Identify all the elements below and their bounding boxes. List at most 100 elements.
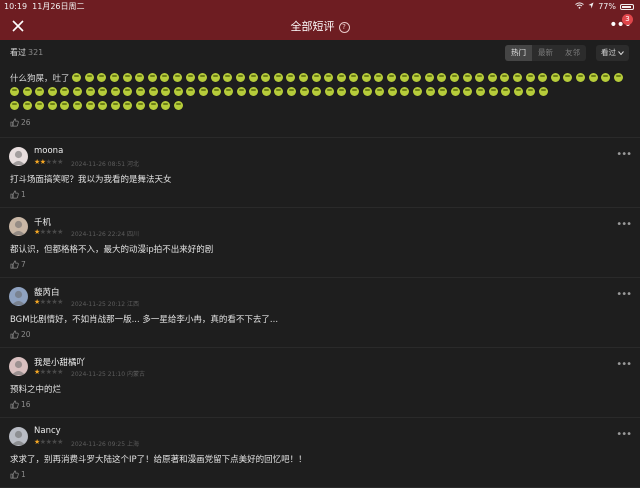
- nauseated-face-icon: [475, 73, 485, 82]
- emoji-group: [10, 101, 186, 113]
- like-button[interactable]: 20: [10, 330, 31, 339]
- tab-friends[interactable]: 友邻: [559, 45, 586, 61]
- thumbs-up-icon: [10, 400, 19, 409]
- nauseated-face-icon: [110, 101, 120, 110]
- review-item: 什么狗屎，吐了 26: [0, 66, 640, 138]
- review-meta: 2024-11-26 09:25 上海: [71, 441, 139, 448]
- nauseated-face-icon: [387, 73, 397, 82]
- nauseated-face-icon: [35, 101, 45, 110]
- nauseated-face-icon: [35, 87, 45, 96]
- avatar[interactable]: [9, 427, 28, 446]
- review-text: 都认识，但都格格不入，最大的动漫ip拍不出来好的剧: [10, 245, 214, 255]
- nauseated-face-icon: [85, 101, 95, 110]
- nauseated-face-icon: [413, 87, 422, 96]
- avatar[interactable]: [9, 147, 28, 166]
- username[interactable]: 馥芮白: [34, 286, 60, 298]
- nauseated-face-icon: [437, 73, 447, 82]
- thumbs-up-icon: [10, 190, 19, 199]
- nauseated-face-icon: [438, 87, 448, 96]
- nauseated-face-icon: [450, 73, 460, 82]
- like-button[interactable]: 1: [10, 190, 26, 199]
- like-count: 26: [21, 118, 31, 127]
- nauseated-face-icon: [488, 87, 498, 96]
- more-options-button[interactable]: •••: [616, 149, 632, 160]
- nauseated-face-icon: [550, 73, 560, 82]
- nauseated-face-icon: [273, 73, 283, 82]
- nauseated-face-icon: [311, 73, 321, 82]
- nauseated-face-icon: [513, 87, 523, 96]
- nauseated-face-icon: [575, 73, 585, 82]
- nauseated-face-icon: [261, 87, 271, 96]
- like-button[interactable]: 26: [10, 118, 31, 127]
- username[interactable]: 我是小甜橘吖: [34, 356, 85, 368]
- nauseated-face-icon: [235, 73, 245, 82]
- nauseated-face-icon: [500, 73, 510, 82]
- nauseated-face-icon: [186, 87, 196, 96]
- nauseated-face-icon: [526, 87, 536, 96]
- star-empty-icon: ★: [57, 438, 63, 446]
- nauseated-face-icon: [399, 73, 409, 82]
- avatar[interactable]: [9, 287, 28, 306]
- notification-badge: 3: [622, 14, 633, 25]
- nauseated-face-icon: [135, 101, 145, 110]
- avatar-image: [12, 290, 25, 305]
- emoji-group: [10, 87, 552, 99]
- nauseated-face-icon: [236, 87, 246, 96]
- nauseated-face-icon: [261, 73, 271, 82]
- more-options-button[interactable]: •••: [616, 289, 632, 300]
- nauseated-face-icon: [538, 73, 548, 82]
- nav-bar: 全部短评? ••• 3: [0, 13, 640, 40]
- nauseated-face-icon: [47, 101, 57, 110]
- nauseated-face-icon: [123, 87, 133, 96]
- nauseated-face-icon: [223, 73, 233, 82]
- like-button[interactable]: 1: [10, 470, 26, 479]
- review-feed: 什么狗屎，吐了 26 moona ★★★★★ 2024-11-26 08:51 …: [0, 66, 640, 488]
- location-icon: [588, 0, 594, 13]
- nauseated-face-icon: [361, 73, 371, 82]
- nauseated-face-icon: [487, 73, 497, 82]
- nauseated-face-icon: [135, 73, 145, 82]
- status-bar: 10:19 11月26日周二 77%: [0, 0, 640, 13]
- nauseated-face-icon: [98, 101, 108, 110]
- nauseated-face-icon: [211, 87, 221, 96]
- like-count: 16: [21, 400, 31, 409]
- watched-count: 看过 321: [10, 48, 44, 57]
- username[interactable]: moona: [34, 146, 63, 156]
- tab-latest[interactable]: 最新: [532, 45, 559, 61]
- star-empty-icon: ★: [57, 158, 63, 166]
- nauseated-face-icon: [147, 73, 157, 82]
- nauseated-face-icon: [47, 87, 57, 96]
- nauseated-face-icon: [563, 73, 573, 82]
- help-icon[interactable]: ?: [338, 22, 350, 33]
- more-options-button[interactable]: •••: [616, 219, 632, 230]
- star-empty-icon: ★: [57, 298, 63, 306]
- more-options-button[interactable]: •••: [616, 359, 632, 370]
- review-meta: 2024-11-25 21:10 内蒙古: [71, 371, 145, 378]
- avatar[interactable]: [9, 217, 28, 236]
- review-text: 什么狗屎，吐了: [10, 73, 626, 85]
- username[interactable]: Nancy: [34, 426, 61, 436]
- watched-dropdown[interactable]: 看过: [596, 45, 630, 61]
- nauseated-face-icon: [248, 73, 258, 82]
- nauseated-face-icon: [160, 73, 170, 82]
- nauseated-face-icon: [123, 101, 133, 110]
- more-options-button[interactable]: •••: [616, 429, 632, 440]
- like-button[interactable]: 16: [10, 400, 31, 409]
- username[interactable]: 千机: [34, 216, 51, 228]
- review-text: BGM比剧情好，不如肖战那一版... 多一星给李小冉，真的看不下去了...: [10, 315, 279, 325]
- nauseated-face-icon: [135, 87, 145, 96]
- tab-hot[interactable]: 热门: [505, 45, 532, 61]
- nauseated-face-icon: [172, 73, 182, 82]
- like-button[interactable]: 7: [10, 260, 26, 269]
- nauseated-face-icon: [60, 101, 70, 110]
- battery-percent: 77%: [598, 2, 616, 11]
- battery-icon: [620, 3, 634, 10]
- nauseated-face-icon: [299, 87, 309, 96]
- review-meta: 2024-11-26 22:24 四川: [71, 231, 139, 238]
- nauseated-face-icon: [374, 73, 384, 82]
- review-text: 求求了，别再消费斗罗大陆这个IP了！给原著和漫画党留下点美好的回忆吧！！: [10, 455, 307, 465]
- nauseated-face-icon: [173, 101, 183, 110]
- nauseated-face-icon: [362, 87, 372, 96]
- avatar[interactable]: [9, 357, 28, 376]
- nauseated-face-icon: [463, 87, 473, 96]
